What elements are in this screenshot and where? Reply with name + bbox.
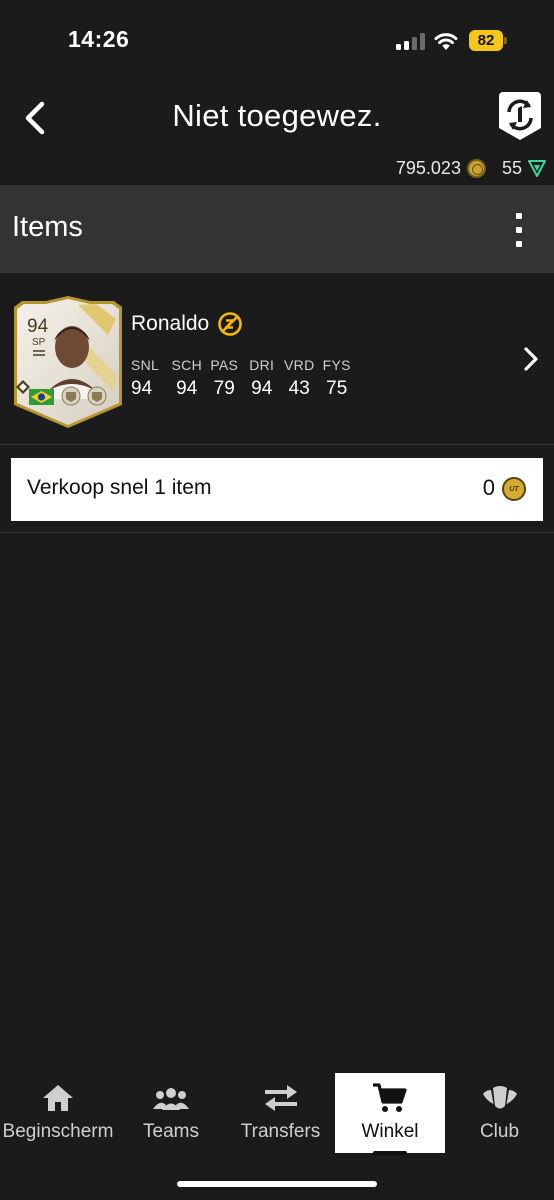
items-section-header: Items: [0, 185, 554, 273]
screen: 14:26 82 Niet toegewez. 795.023 55 Items…: [0, 0, 554, 1200]
stat-shooting: SCH 94: [171, 357, 202, 399]
stat-dribbling: DRI 94: [249, 357, 275, 399]
more-dot-icon: [516, 213, 522, 219]
stat-physical: FYS 75: [322, 357, 351, 399]
player-card-icon: 94 SP: [14, 296, 122, 428]
active-tab-indicator: [373, 1151, 407, 1155]
points-icon: [528, 160, 546, 177]
player-stats: SNL 94 SCH 94 PAS 79 DRI 94 VRD 43 FYS 7…: [131, 357, 356, 400]
points-balance: 55: [501, 157, 522, 178]
player-card: 94 SP: [12, 295, 124, 429]
card-rating: 94: [27, 316, 49, 337]
quick-sell-button[interactable]: Verkoop snel 1 item 0 UT: [11, 458, 543, 521]
header: Niet toegewez. 795.023 55: [0, 80, 554, 185]
currency-row: 795.023 55: [396, 156, 546, 180]
quick-sell-label: Verkoop snel 1 item: [27, 476, 212, 499]
status-bar: 14:26 82: [0, 0, 554, 80]
battery-icon: 82: [469, 30, 507, 51]
stat-pace: SNL 94: [131, 357, 160, 399]
squad-swap-icon: [499, 92, 541, 140]
nav-club[interactable]: Club: [445, 1073, 554, 1153]
coin-icon: [466, 158, 486, 178]
club-icon: [482, 1086, 517, 1109]
player-name: Ronaldo: [131, 311, 243, 337]
teams-icon: [153, 1088, 189, 1110]
home-indicator: [177, 1181, 377, 1187]
more-dot-icon: [516, 241, 522, 247]
home-icon: [43, 1085, 73, 1111]
wifi-icon: [434, 33, 458, 50]
nav-teams[interactable]: Teams: [116, 1073, 226, 1153]
section-title: Items: [12, 211, 83, 243]
nav-store[interactable]: Winkel: [335, 1073, 445, 1155]
cellular-signal-icon: [396, 32, 426, 50]
stat-passing: PAS 79: [210, 357, 239, 399]
nav-transfers[interactable]: Transfers: [226, 1073, 335, 1153]
transfers-icon: [264, 1085, 297, 1111]
cart-icon: [373, 1083, 407, 1112]
nav-home[interactable]: Beginscherm: [0, 1073, 116, 1153]
player-name-text: Ronaldo: [131, 312, 210, 335]
card-position: SP: [32, 337, 46, 348]
more-dot-icon: [516, 227, 522, 233]
stat-defending: VRD 43: [284, 357, 315, 399]
evolution-icon: [218, 312, 243, 336]
battery-level: 82: [469, 30, 503, 51]
more-options-button[interactable]: [505, 209, 533, 251]
chevron-right-icon: [524, 347, 538, 371]
bottom-nav: Beginscherm Teams Transfers Winkel Club: [0, 1073, 554, 1155]
player-list-item[interactable]: 94 SP Ronaldo SNL 94 SCH 94 PAS 79 DRI 9…: [0, 273, 554, 445]
quick-sell-value: 0: [482, 475, 495, 500]
divider: [0, 532, 554, 533]
swap-squad-button[interactable]: [497, 90, 543, 142]
coin-icon: UT: [502, 477, 526, 501]
page-title: Niet toegewez.: [172, 98, 382, 133]
status-time: 14:26: [68, 26, 130, 52]
coin-balance: 795.023: [395, 157, 461, 178]
